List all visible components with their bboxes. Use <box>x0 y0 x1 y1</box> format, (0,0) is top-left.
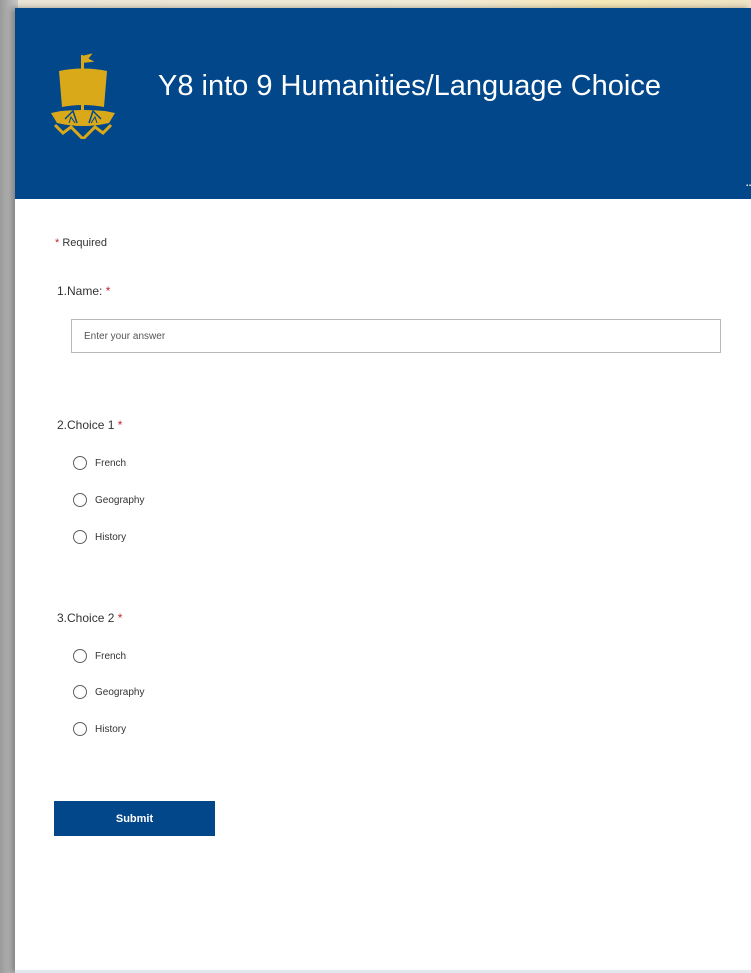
option-label: Geography <box>95 686 145 698</box>
choice-2-option-history[interactable]: History <box>73 720 126 738</box>
header-more-icon[interactable]: .. <box>745 174 751 188</box>
required-star: * <box>55 237 60 249</box>
radio-circle-icon[interactable] <box>73 530 87 544</box>
form-title: Y8 into 9 Humanities/Language Choice <box>158 70 661 102</box>
choice-1-option-french[interactable]: French <box>73 454 126 472</box>
option-label: History <box>95 723 127 735</box>
required-note-text: Required <box>62 237 107 249</box>
question-2-label: 2.Choice 1 * <box>57 418 122 432</box>
question-number: 1. <box>57 284 68 298</box>
radio-circle-icon[interactable] <box>73 685 87 699</box>
option-label: History <box>95 531 127 543</box>
choice-1-option-geography[interactable]: Geography <box>73 491 144 509</box>
question-3-label: 3.Choice 2 * <box>57 611 122 625</box>
required-star: * <box>117 611 123 625</box>
required-star: * <box>105 284 111 298</box>
question-number: 3. <box>57 611 68 625</box>
question-text: Choice 2 <box>67 611 115 625</box>
name-input[interactable] <box>71 319 721 353</box>
form-header: Y8 into 9 Humanities/Language Choice .. <box>15 8 751 199</box>
required-note: * Required <box>55 237 107 249</box>
form-card: Y8 into 9 Humanities/Language Choice .. … <box>15 8 751 973</box>
option-label: French <box>95 650 127 662</box>
submit-button[interactable]: Submit <box>54 801 215 836</box>
question-text: Name: <box>67 284 103 298</box>
choice-2-option-geography[interactable]: Geography <box>73 683 144 701</box>
question-1-label: 1.Name: * <box>57 284 110 298</box>
choice-1-option-history[interactable]: History <box>73 528 126 546</box>
question-number: 2. <box>57 418 68 432</box>
required-star: * <box>117 418 123 432</box>
radio-circle-icon[interactable] <box>73 493 87 507</box>
option-label: Geography <box>95 494 145 506</box>
question-text: Choice 1 <box>67 418 115 432</box>
choice-2-option-french[interactable]: French <box>73 647 126 665</box>
radio-circle-icon[interactable] <box>73 649 87 663</box>
option-label: French <box>95 457 127 469</box>
ship-logo-icon <box>51 53 115 139</box>
radio-circle-icon[interactable] <box>73 722 87 736</box>
radio-circle-icon[interactable] <box>73 456 87 470</box>
